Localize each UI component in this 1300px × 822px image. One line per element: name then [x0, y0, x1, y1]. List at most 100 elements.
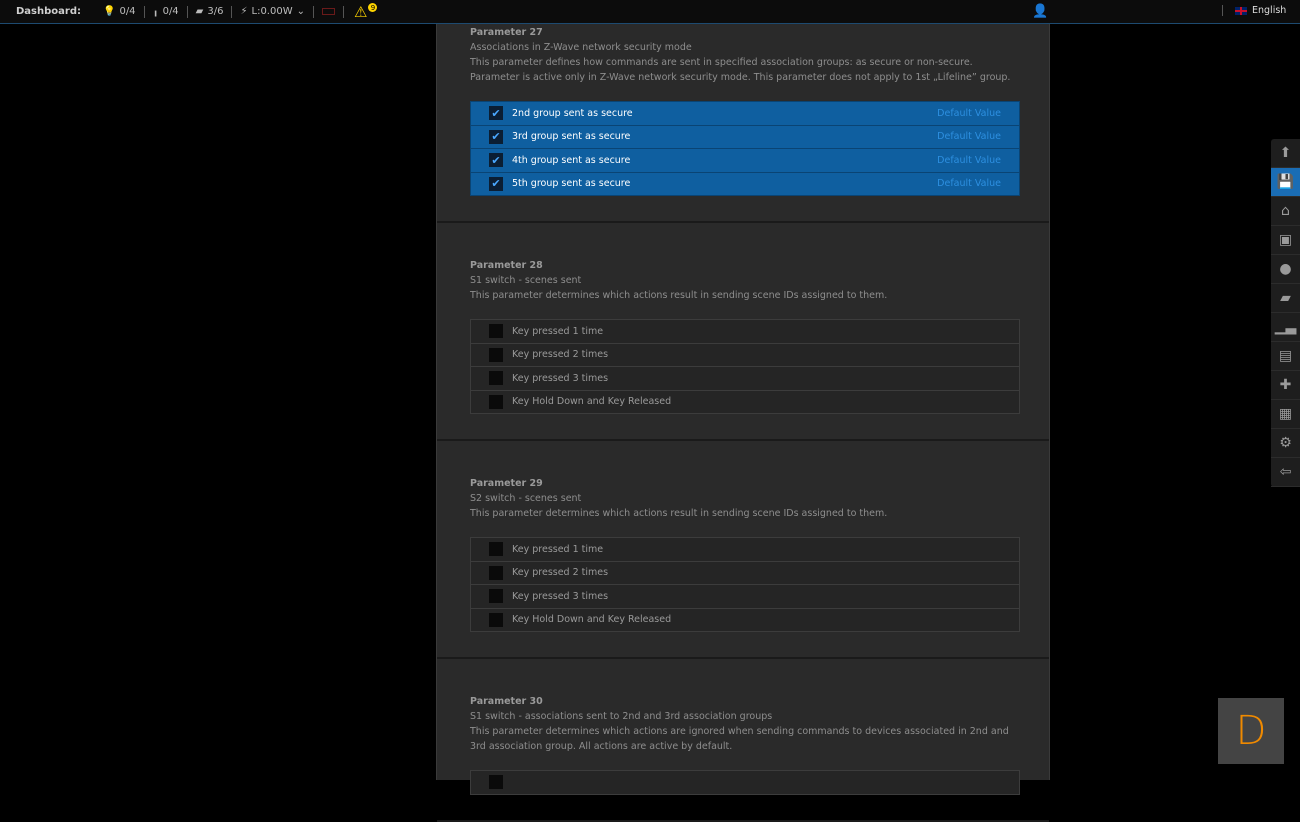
checkbox[interactable]: ✔ — [489, 106, 503, 121]
option-row[interactable]: ✔ 2nd group sent as secure Default Value — [470, 101, 1020, 126]
parameter-section: Parameter 29 S2 switch - scenes sent Thi… — [437, 441, 1049, 659]
option-label: Key Hold Down and Key Released — [512, 614, 672, 626]
option-row[interactable] — [470, 770, 1020, 795]
parameter-section: Parameter 27 Associations in Z-Wave netw… — [437, 24, 1049, 223]
chart-icon[interactable]: ▁▃ — [1271, 313, 1300, 342]
option-label: 2nd group sent as secure — [512, 107, 633, 119]
home-icon[interactable]: ⌂ — [1271, 197, 1300, 226]
parameter-description: This parameter determines which actions … — [470, 290, 888, 301]
parameter-description: This parameter determines which actions … — [470, 726, 1009, 752]
plug-icon: ╻ — [152, 6, 159, 17]
scenes-icon[interactable]: ▰ — [1271, 284, 1300, 313]
option-label: Key pressed 3 times — [512, 372, 609, 384]
warning-icon[interactable]: ⚠ — [354, 3, 367, 21]
option-row[interactable]: ✔ 5th group sent as secure Default Value — [470, 171, 1020, 196]
option-row[interactable]: Key Hold Down and Key Released — [470, 607, 1020, 632]
option-label: Key pressed 1 time — [512, 325, 604, 337]
battery-status[interactable] — [314, 5, 344, 18]
parameter-title: Parameter 29 — [470, 478, 543, 489]
widget-letter: D — [1235, 708, 1267, 754]
language-label: English — [1252, 5, 1287, 16]
checkbox[interactable] — [489, 371, 503, 386]
schedule-icon[interactable]: ▦ — [1271, 400, 1300, 429]
checkbox[interactable]: ✔ — [489, 129, 503, 144]
option-label: 5th group sent as secure — [512, 178, 631, 190]
power-value: L:0.00W — [251, 6, 293, 17]
option-row[interactable]: Key pressed 3 times — [470, 584, 1020, 609]
lightning-icon: ⚡ — [240, 6, 248, 17]
options-list: ✔ 2nd group sent as secure Default Value ✔ 3… — [470, 101, 1020, 196]
logout-icon[interactable]: ⇦ — [1271, 458, 1300, 487]
checkbox[interactable] — [489, 394, 503, 409]
options-list — [470, 770, 1020, 795]
parameter-subtitle: S1 switch - associations sent to 2nd and… — [470, 711, 773, 722]
default-value-label: Default Value — [937, 131, 1001, 143]
checkbox[interactable] — [489, 347, 503, 362]
option-row[interactable]: Key pressed 1 time — [470, 537, 1020, 562]
parameter-subtitle: S1 switch - scenes sent — [470, 275, 582, 286]
option-label: 4th group sent as secure — [512, 154, 631, 166]
top-bar: Dashboard: 💡 0/4 ╻ 0/4 ▰ 3/6 ⚡ L:0.00W ⌄ ⚠ 9 — [0, 0, 1300, 24]
battery-icon — [321, 8, 335, 15]
chevron-down-icon: ⌄ — [296, 6, 305, 17]
plugs-status[interactable]: ╻ 0/4 — [145, 5, 188, 18]
option-label: Key pressed 2 times — [512, 349, 609, 361]
checkbox[interactable]: ✔ — [489, 176, 503, 191]
parameter-title: Parameter 27 — [470, 27, 543, 38]
d-widget[interactable]: D — [1218, 698, 1284, 764]
parameter-section: Parameter 28 S1 switch - scenes sent Thi… — [437, 223, 1049, 441]
side-toolbar: ⬆ 💾 ⌂ ▣ ● ▰ ▁▃ ▤ ✚ ▦ ⚙ ⇦ — [1271, 139, 1300, 487]
option-label: Key Hold Down and Key Released — [512, 396, 672, 408]
bulb-icon: 💡 — [103, 6, 116, 17]
parameter-title: Parameter 28 — [470, 260, 543, 271]
bulb-icon[interactable]: ● — [1271, 255, 1300, 284]
checkbox[interactable] — [489, 589, 503, 604]
dashboard-label: Dashboard: — [16, 6, 81, 17]
option-label: Key pressed 1 time — [512, 543, 604, 555]
option-row[interactable]: Key pressed 2 times — [470, 560, 1020, 585]
option-label: 3rd group sent as secure — [512, 131, 631, 143]
checkbox[interactable] — [489, 324, 503, 339]
scroll-up-icon[interactable]: ⬆ — [1271, 139, 1300, 168]
options-list: Key pressed 1 time Key pressed 2 times Key… — [470, 537, 1020, 632]
parameters-panel: Parameter 27 Associations in Z-Wave netw… — [436, 24, 1050, 822]
default-value-label: Default Value — [937, 178, 1001, 190]
lights-count: 0/4 — [119, 6, 136, 17]
save-icon[interactable]: 💾 — [1271, 168, 1300, 197]
checkbox[interactable] — [489, 775, 503, 790]
devices-icon[interactable]: ▣ — [1271, 226, 1300, 255]
clapper-icon: ▰ — [195, 6, 204, 17]
lights-status[interactable]: 💡 0/4 — [95, 5, 145, 18]
default-value-label: Default Value — [937, 154, 1001, 166]
parameter-description: This parameter determines which actions … — [470, 508, 888, 519]
option-row[interactable]: Key pressed 3 times — [470, 366, 1020, 391]
parameter-description: This parameter defines how commands are … — [470, 57, 1011, 83]
parameter-section: Parameter 30 S1 switch - associations se… — [437, 659, 1049, 822]
backup-icon[interactable]: ▤ — [1271, 342, 1300, 371]
option-row[interactable]: Key pressed 2 times — [470, 342, 1020, 367]
checkbox[interactable] — [489, 542, 503, 557]
checkbox[interactable] — [489, 565, 503, 580]
parameter-subtitle: S2 switch - scenes sent — [470, 493, 582, 504]
option-row[interactable]: ✔ 4th group sent as secure Default Value — [470, 148, 1020, 173]
parameter-subtitle: Associations in Z-Wave network security … — [470, 42, 692, 53]
plugs-count: 0/4 — [162, 6, 179, 17]
checkbox[interactable] — [489, 612, 503, 627]
scenes-status[interactable]: ▰ 3/6 — [188, 5, 233, 18]
plugins-icon[interactable]: ✚ — [1271, 371, 1300, 400]
option-row[interactable]: Key pressed 1 time — [470, 319, 1020, 344]
user-icon[interactable]: 👤 — [1032, 4, 1048, 19]
language-selector[interactable]: English — [1222, 5, 1286, 16]
scenes-count: 3/6 — [207, 6, 224, 17]
settings-icon[interactable]: ⚙ — [1271, 429, 1300, 458]
options-list: Key pressed 1 time Key pressed 2 times Key… — [470, 319, 1020, 414]
alerts-badge: 9 — [368, 3, 378, 12]
option-label: Key pressed 3 times — [512, 590, 609, 602]
checkbox[interactable]: ✔ — [489, 153, 503, 168]
power-status[interactable]: ⚡ L:0.00W ⌄ — [232, 5, 314, 18]
option-row[interactable]: Key Hold Down and Key Released — [470, 389, 1020, 414]
uk-flag-icon — [1235, 6, 1247, 15]
option-row[interactable]: ✔ 3rd group sent as secure Default Value — [470, 124, 1020, 149]
default-value-label: Default Value — [937, 107, 1001, 119]
parameter-title: Parameter 30 — [470, 696, 543, 707]
